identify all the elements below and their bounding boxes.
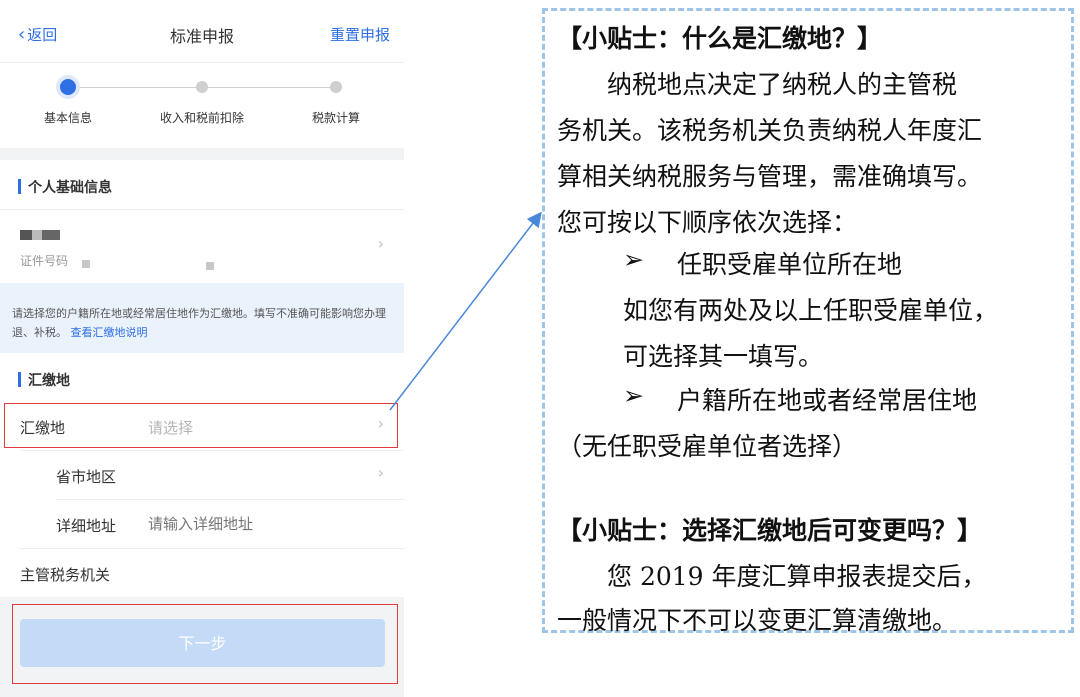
notice-text: 请选择您的户籍所在地或经常居住地作为汇缴地。填写不准确可能影响您办理退、补税。 … xyxy=(12,304,392,342)
tip1-line: 务机关。该税务机关负责纳税人年度汇 xyxy=(557,116,983,145)
bullet-arrow-icon: ➢ xyxy=(623,245,644,274)
step-dot xyxy=(330,81,342,93)
region-label: 省市地区 xyxy=(56,468,117,486)
highlight-next-button xyxy=(12,604,398,684)
phone-screen: ‹ 返回 标准申报 重置申报 基本信息 收入和税前扣除 税款计算 个人基础信息 证… xyxy=(0,0,404,697)
notice-body: 请选择您的户籍所在地或经常居住地作为汇缴地。填写不准确可能影响您办理退、补税。 xyxy=(12,307,386,339)
step-label-income: 收入和税前扣除 xyxy=(159,111,245,125)
bullet1-text: 任职受雇单位所在地 xyxy=(677,250,903,279)
tips-panel: 【小贴士：什么是汇缴地？】 纳税地点决定了纳税人的主管税 务机关。该税务机关负责… xyxy=(542,8,1074,635)
tip1-title: 【小贴士：什么是汇缴地？】 xyxy=(557,24,883,53)
bullet2-text: 户籍所在地或者经常居住地 xyxy=(677,386,978,415)
identity-row[interactable]: 证件号码 › xyxy=(0,209,404,284)
section-title-location: 汇缴地 xyxy=(18,370,70,390)
tip2-line: 一般情况下不可以变更汇算清缴地。 xyxy=(557,606,958,635)
tip1-line: 算相关纳税服务与管理，需准确填写。 xyxy=(557,162,983,191)
nav-bar: ‹ 返回 标准申报 重置申报 xyxy=(0,0,404,63)
step-dot-active xyxy=(60,79,76,95)
tip1-line: 纳税地点决定了纳税人的主管税 xyxy=(607,70,958,99)
bullet1-note: 如您有两处及以上任职受雇单位， xyxy=(623,296,999,325)
step-label-basic: 基本信息 xyxy=(43,111,93,125)
section-title-personal: 个人基础信息 xyxy=(18,177,112,197)
region-row[interactable]: 省市地区 › xyxy=(0,451,404,499)
step-label-tax: 税款计算 xyxy=(311,111,361,125)
chevron-right-icon: › xyxy=(377,463,384,482)
blurred-id xyxy=(206,262,214,270)
bullet2-note: （无任职受雇单位者选择） xyxy=(557,432,858,461)
tax-office-label: 主管税务机关 xyxy=(20,566,111,584)
address-input[interactable] xyxy=(148,515,348,533)
chevron-right-icon: › xyxy=(377,234,384,253)
bullet1-note: 可选择其一填写。 xyxy=(623,342,824,371)
id-number-label: 证件号码 xyxy=(20,254,69,268)
step-connector xyxy=(208,87,336,88)
tax-office-row[interactable]: 主管税务机关 xyxy=(0,549,404,597)
step-connector xyxy=(76,87,202,88)
address-label: 详细地址 xyxy=(56,517,117,535)
highlight-location-row xyxy=(4,403,398,448)
reset-button[interactable]: 重置申报 xyxy=(330,24,390,45)
tip2-line: 您 2019 年度汇算申报表提交后， xyxy=(607,562,987,591)
notice-link[interactable]: 查看汇缴地说明 xyxy=(71,326,148,339)
section-gap xyxy=(0,148,404,160)
step-dot xyxy=(196,81,208,93)
bullet-arrow-icon: ➢ xyxy=(623,381,644,410)
address-row: 详细地址 xyxy=(0,500,404,548)
tip1-line: 您可按以下顺序依次选择： xyxy=(557,208,858,237)
blurred-id xyxy=(82,260,90,268)
notice-banner: 请选择您的户籍所在地或经常居住地作为汇缴地。填写不准确可能影响您办理退、补税。 … xyxy=(0,283,404,353)
progress-steps: 基本信息 收入和税前扣除 税款计算 xyxy=(0,62,404,148)
tip2-title: 【小贴士：选择汇缴地后可变更吗？】 xyxy=(557,516,983,545)
blurred-name xyxy=(20,230,60,240)
